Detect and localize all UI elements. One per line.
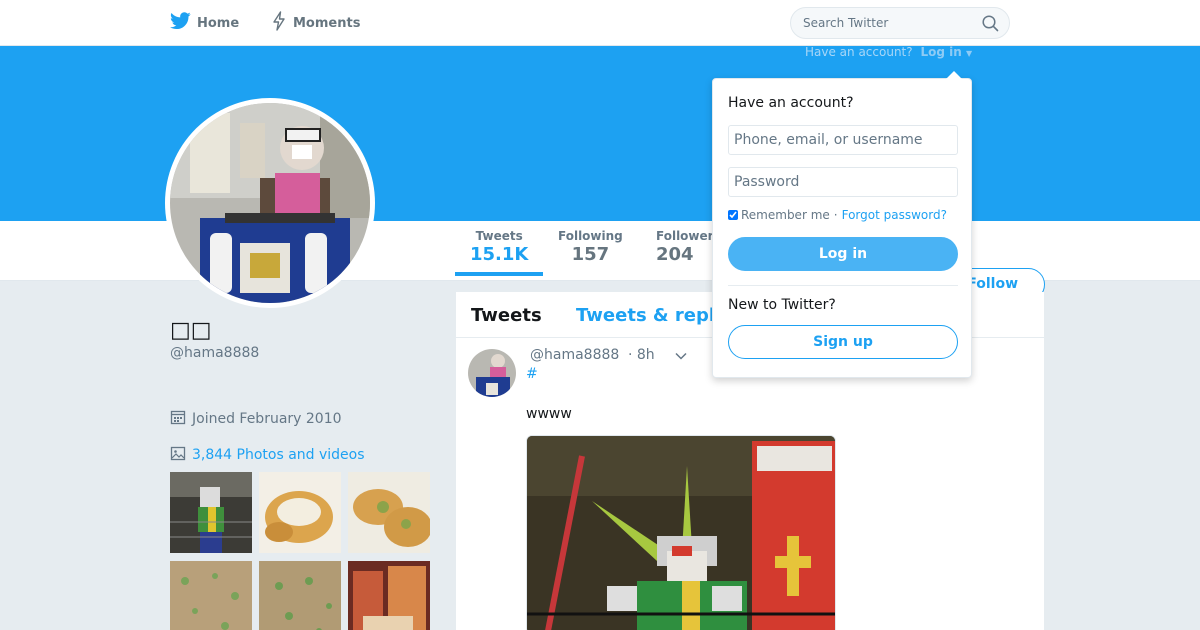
caret-down-icon: ▼ <box>965 49 973 58</box>
tweet-hashtag[interactable]: # <box>526 366 538 382</box>
profile-avatar[interactable] <box>165 98 375 308</box>
lightning-icon <box>271 11 287 35</box>
photos-videos-label: 3,844 Photos and videos <box>192 447 365 463</box>
stat-label: Followers <box>656 229 716 243</box>
forgot-password-link[interactable]: Forgot password? <box>842 208 947 222</box>
photo-thumbnail[interactable] <box>170 472 252 553</box>
nav-home-label: Home <box>197 15 240 31</box>
stat-tweets[interactable]: Tweets 15.1K <box>454 229 544 276</box>
have-account-text: Have an account? <box>805 45 913 59</box>
photo-thumbnail[interactable] <box>348 472 430 553</box>
photo-thumbnail[interactable] <box>170 561 252 630</box>
calendar-icon <box>170 409 192 429</box>
stat-label: Tweets <box>475 229 523 243</box>
top-navigation: Home Moments <box>0 0 1200 46</box>
search-input[interactable] <box>803 16 973 30</box>
login-dropdown-toggle[interactable]: Log in ▼ <box>920 45 972 59</box>
signup-button[interactable]: Sign up <box>728 325 958 359</box>
search-box <box>790 7 1010 39</box>
photo-icon <box>170 445 192 465</box>
joined-text: Joined February 2010 <box>192 411 342 427</box>
stat-value: 204 <box>656 244 694 265</box>
screen-name: @hama8888 <box>170 345 260 361</box>
new-to-twitter-text: New to Twitter? <box>728 297 836 313</box>
tweet-text: wwww <box>526 406 572 422</box>
remember-me-checkbox[interactable] <box>728 210 738 220</box>
nav-moments-label: Moments <box>293 15 361 31</box>
photo-thumbnail[interactable] <box>259 472 341 553</box>
tweet-time[interactable]: · 8h <box>628 347 655 363</box>
tweet-handle[interactable]: @hama8888 <box>530 347 619 363</box>
nav-moments[interactable]: Moments <box>271 0 360 46</box>
stat-following[interactable]: Following 157 <box>558 229 623 265</box>
tab-tweets[interactable]: Tweets <box>471 305 542 326</box>
login-dropdown: Have an account? Remember me · Forgot pa… <box>712 71 972 378</box>
login-dropdown-title: Have an account? <box>728 95 854 111</box>
photo-thumbnail[interactable] <box>259 561 341 630</box>
twitter-bird-icon <box>170 12 191 34</box>
stat-value: 15.1K <box>470 244 529 265</box>
photo-thumbnail[interactable] <box>348 561 430 630</box>
stat-followers[interactable]: Followers 204 <box>656 229 716 265</box>
remember-me-label[interactable]: Remember me <box>741 208 830 222</box>
photos-videos-link[interactable]: 3,844 Photos and videos <box>170 445 365 465</box>
login-button[interactable]: Log in <box>728 237 958 271</box>
separator-dot: · <box>833 208 838 222</box>
remember-row: Remember me · Forgot password? <box>728 208 947 222</box>
nav-home[interactable]: Home <box>170 0 239 46</box>
stat-value: 157 <box>571 244 610 265</box>
display-name: □□ <box>170 318 212 343</box>
stat-label: Following <box>558 229 623 243</box>
tweet-avatar[interactable] <box>468 349 516 397</box>
divider <box>728 285 958 286</box>
chevron-down-icon[interactable] <box>674 348 688 367</box>
password-field[interactable] <box>728 167 958 197</box>
tweet-media-image[interactable] <box>526 435 836 630</box>
joined-date: Joined February 2010 <box>170 409 342 429</box>
search-icon[interactable] <box>982 15 999 36</box>
username-field[interactable] <box>728 125 958 155</box>
have-account-prompt: Have an account? Log in ▼ <box>805 45 972 59</box>
login-link-label: Log in <box>920 45 962 59</box>
